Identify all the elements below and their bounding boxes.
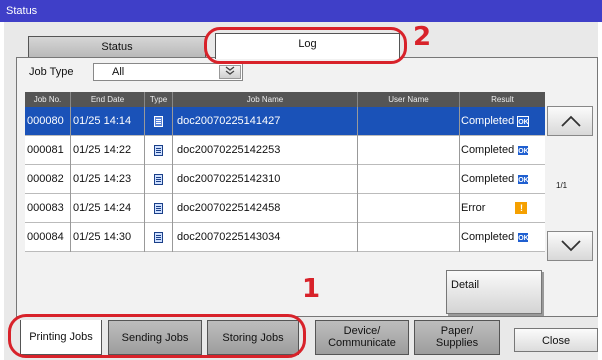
cell-job-no: 000080 [25,107,71,136]
tab-device-communicate[interactable]: Device/ Communicate [315,320,409,355]
tab-device-label-line1: Device/ [343,325,381,337]
detail-button-label: Detail [451,279,480,291]
cell-job-no: 000083 [25,194,71,223]
page-indicator: 1/1 [556,181,568,190]
cell-user-name [358,223,460,252]
result-text: Completed [461,173,515,185]
table-row[interactable]: 000083 01/25 14:24 doc20070225142458 Error! [25,194,545,223]
cell-user-name [358,136,460,165]
tab-storing-jobs-label: Storing Jobs [222,332,284,344]
tab-paper-supplies[interactable]: Paper/ Supplies [414,320,500,355]
column-header-user-name: User Name [358,92,460,107]
tab-device-label-line2: Communicate [328,337,396,349]
chevron-up-icon [561,115,581,127]
cell-result: Completed OK [460,165,545,194]
job-type-select[interactable]: All [93,63,243,81]
cell-type [145,223,173,252]
job-type-value: All [112,66,125,78]
print-document-icon [154,173,163,185]
tab-paper-label-line1: Paper/ [440,325,474,337]
cell-job-name: doc20070225141427 [173,107,358,136]
warning-icon: ! [515,202,528,215]
cell-result: Completed OK [460,223,545,252]
cell-result: Completed OK [460,136,545,165]
window-title-bar: Status [0,0,602,22]
column-header-result: Result [491,95,514,104]
job-type-label: Job Type [29,66,74,78]
ok-badge-icon: OK [517,144,530,156]
scroll-up-button[interactable] [547,106,593,136]
cell-type [145,194,173,223]
cell-job-name: doc20070225143034 [173,223,358,252]
result-text: Completed [461,231,515,243]
tab-paper-label-line2: Supplies [435,337,479,349]
cell-job-name: doc20070225142253 [173,136,358,165]
cell-end-date: 01/25 14:24 [71,194,145,223]
cell-end-date: 01/25 14:14 [71,107,145,136]
result-text: Completed [461,115,515,127]
tab-log-label: Log [298,38,317,50]
detail-button[interactable]: Detail [446,270,542,314]
cell-job-name: doc20070225142458 [173,194,358,223]
tab-status-label: Status [101,41,133,53]
ok-badge-icon: OK [517,115,530,127]
window-title: Status [6,5,38,17]
cell-result: Completed OK [460,107,545,136]
callout-number-2: 2 [413,22,432,52]
print-document-icon [154,115,163,127]
job-log-table: Job No. End Date Type Job Name User Name… [25,92,545,252]
table-row[interactable]: 000084 01/25 14:30 doc20070225143034 Comple… [25,223,545,252]
chevron-down-icon [561,240,581,252]
column-header-job-name: Job Name [173,92,358,107]
cell-type [145,107,173,136]
close-button[interactable]: Close [514,328,598,352]
cell-job-no: 000082 [25,165,71,194]
tab-storing-jobs[interactable]: Storing Jobs [207,320,299,355]
cell-end-date: 01/25 14:30 [71,223,145,252]
tab-printing-jobs-label: Printing Jobs [29,331,93,343]
ok-badge-icon: OK [517,173,530,185]
column-header-end-date: End Date [71,92,145,107]
cell-end-date: 01/25 14:22 [71,136,145,165]
close-button-label: Close [541,335,571,347]
print-document-icon [154,144,163,156]
table-row[interactable]: 000080 01/25 14:14 doc20070225141427 Comple… [25,107,545,136]
tab-sending-jobs[interactable]: Sending Jobs [108,320,202,355]
ok-badge-icon: OK [517,231,530,243]
result-text: Completed [461,144,515,156]
cell-type [145,165,173,194]
table-header: Job No. End Date Type Job Name User Name… [25,92,545,107]
result-text: Error [461,202,486,214]
tab-log[interactable]: Log [215,33,400,59]
scroll-down-button[interactable] [547,231,593,261]
cell-job-no: 000084 [25,223,71,252]
cell-type [145,136,173,165]
cell-job-name: doc20070225142310 [173,165,358,194]
double-chevron-down-icon[interactable] [219,65,241,79]
column-header-job-no: Job No. [25,92,71,107]
cell-user-name [358,107,460,136]
cell-end-date: 01/25 14:23 [71,165,145,194]
print-document-icon [154,202,163,214]
tab-status[interactable]: Status [28,36,206,58]
callout-number-1: 1 [302,274,321,304]
cell-user-name [358,165,460,194]
cell-result: Error! [460,194,545,223]
cell-user-name [358,194,460,223]
tab-sending-jobs-label: Sending Jobs [121,332,189,344]
table-row[interactable]: 000082 01/25 14:23 doc20070225142310 Comple… [25,165,545,194]
print-document-icon [154,231,163,243]
column-header-type: Type [145,92,173,107]
table-row[interactable]: 000081 01/25 14:22 doc20070225142253 Comple… [25,136,545,165]
tab-printing-jobs[interactable]: Printing Jobs [20,320,102,355]
cell-job-no: 000081 [25,136,71,165]
